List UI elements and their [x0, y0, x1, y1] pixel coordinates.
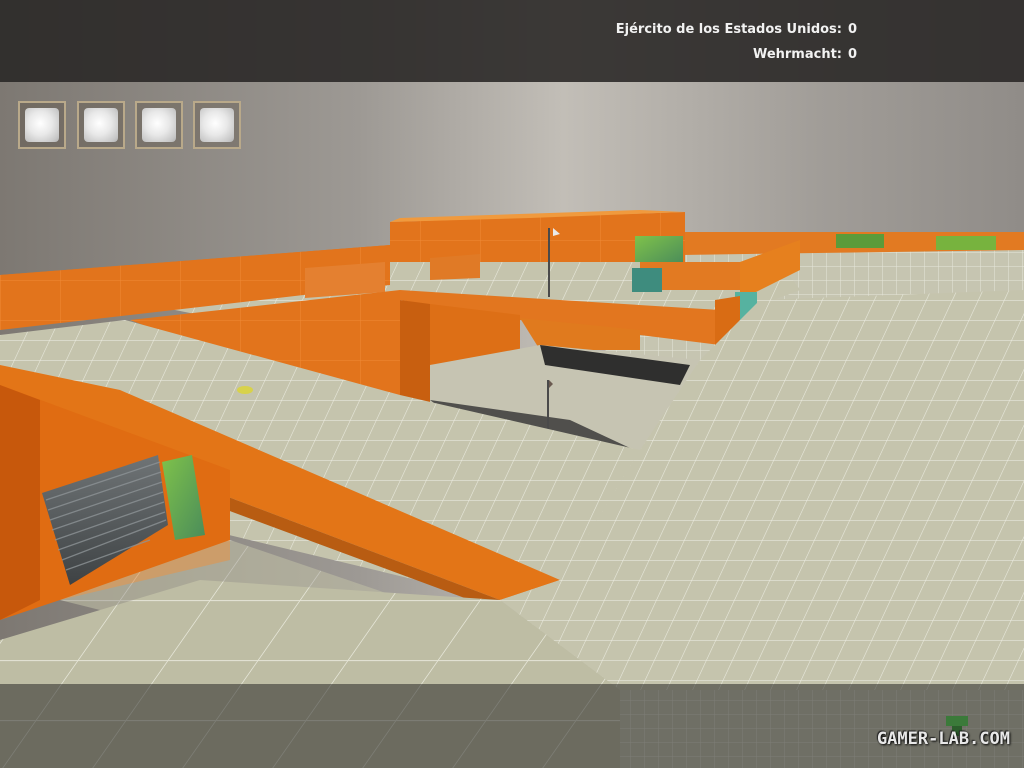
- flag-indicator-3: [135, 101, 183, 149]
- team-score: 0: [848, 22, 858, 37]
- neutral-flag-icon: [142, 108, 176, 142]
- flag-indicator-1: [18, 101, 66, 149]
- team-score-row: Ejército de los Estados Unidos: 0: [560, 22, 860, 42]
- team-name: Ejército de los Estados Unidos:: [615, 22, 842, 37]
- team-score-row: Wehrmacht: 0: [560, 47, 860, 67]
- team-name: Wehrmacht:: [752, 47, 842, 62]
- watermark-logo: GAMER-LAB.COM: [850, 716, 1010, 762]
- watermark-text: GAMER-LAB.COM: [876, 729, 1010, 749]
- game-viewport[interactable]: Ejército de los Estados Unidos: 0 Wehrma…: [0, 0, 1024, 768]
- flag-indicator-4: [193, 101, 241, 149]
- team-score: 0: [848, 47, 858, 62]
- scoreboard: Ejército de los Estados Unidos: 0 Wehrma…: [0, 0, 1024, 82]
- neutral-flag-icon: [84, 108, 118, 142]
- neutral-flag-icon: [25, 108, 59, 142]
- flag-indicator-2: [77, 101, 125, 149]
- neutral-flag-icon: [200, 108, 234, 142]
